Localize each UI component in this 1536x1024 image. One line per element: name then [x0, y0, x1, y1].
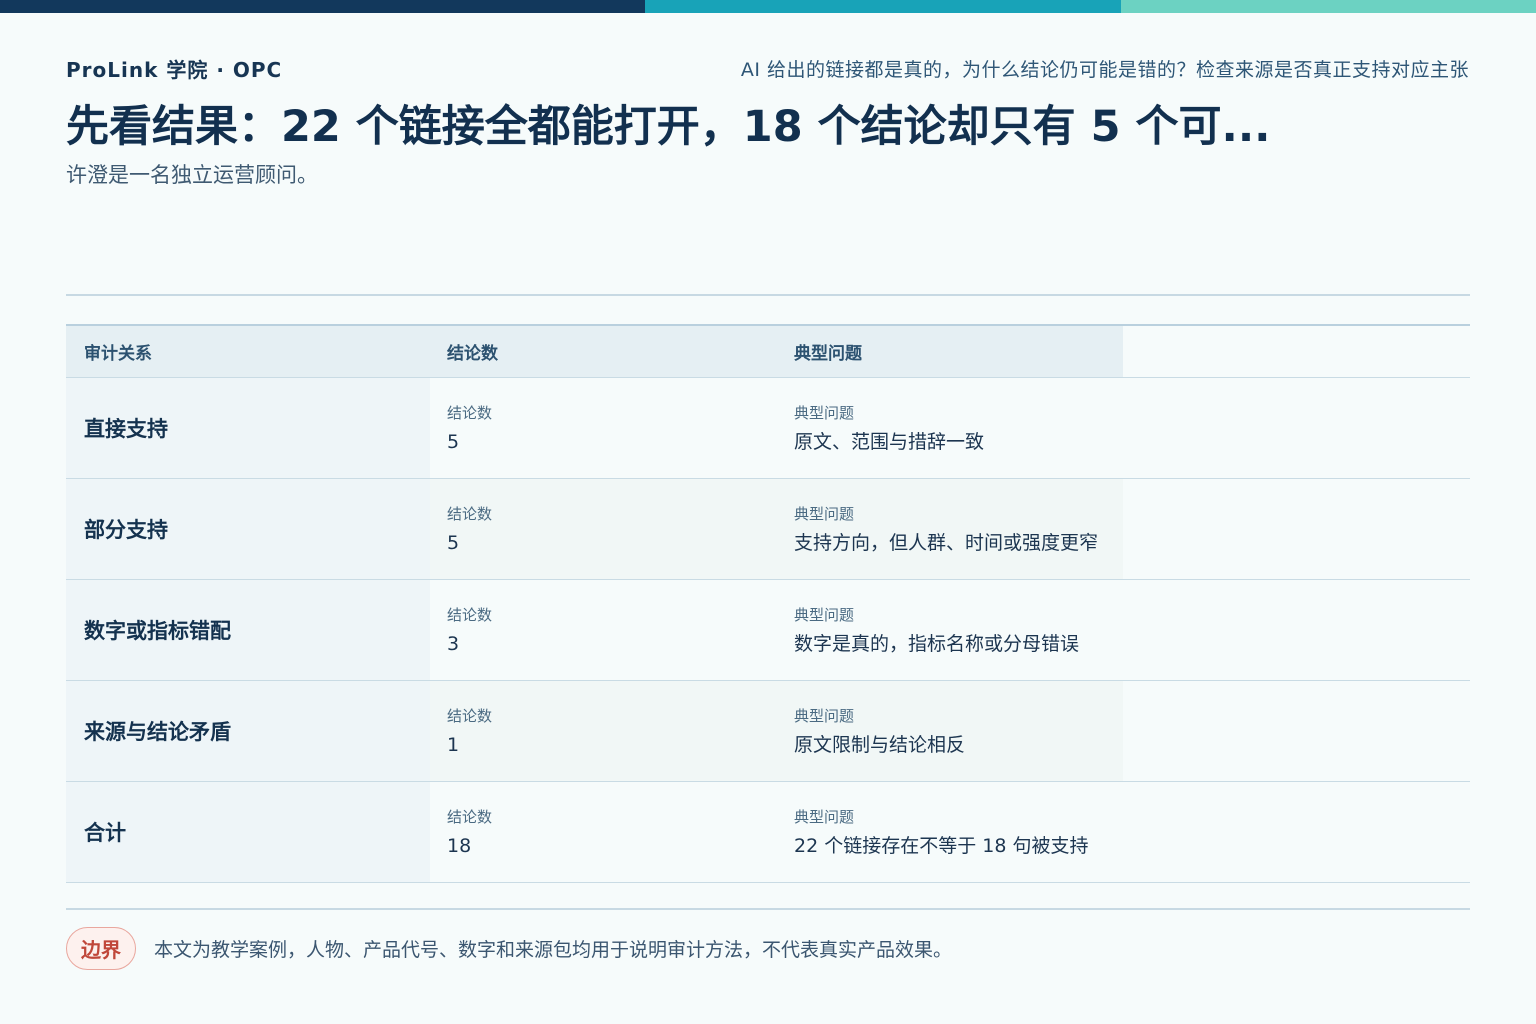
- row-issue-cell: 典型问题 数字是真的，指标名称或分母错误: [777, 580, 1123, 680]
- row-issue-cell: 典型问题 支持方向，但人群、时间或强度更窄: [777, 479, 1123, 579]
- table-header-row: 审计关系 结论数 典型问题: [66, 326, 1470, 378]
- audit-table: 审计关系 结论数 典型问题 直接支持 结论数 5 典型问题 原文、范围与措辞一致…: [66, 324, 1470, 883]
- header-cell-relation: 审计关系: [66, 326, 430, 377]
- row-issue-cell: 典型问题 22 个链接存在不等于 18 句被支持: [777, 782, 1123, 882]
- page-subtitle: 许澄是一名独立运营顾问。: [66, 163, 318, 187]
- row-relation-cell: 来源与结论矛盾: [66, 681, 430, 781]
- row-relation-cell: 直接支持: [66, 378, 430, 478]
- row-count-cell: 结论数 5: [430, 479, 777, 579]
- row-count-cell: 结论数 3: [430, 580, 777, 680]
- accent-segment-mint: [1121, 0, 1536, 13]
- brand-label: ProLink 学院 · OPC: [66, 58, 283, 82]
- row-relation-cell: 合计: [66, 782, 430, 882]
- row-count-cell: 结论数 5: [430, 378, 777, 478]
- table-row: 来源与结论矛盾 结论数 1 典型问题 原文限制与结论相反: [66, 681, 1470, 782]
- top-accent-bar: [0, 0, 1536, 13]
- row-relation-cell: 数字或指标错配: [66, 580, 430, 680]
- row-count-cell: 结论数 1: [430, 681, 777, 781]
- table-row-total: 合计 结论数 18 典型问题 22 个链接存在不等于 18 句被支持: [66, 782, 1470, 883]
- divider-top: [66, 294, 1470, 296]
- page-title: 先看结果：22 个链接全都能打开，18 个结论却只有 5 个可...: [66, 102, 1271, 152]
- header-cell-count: 结论数: [430, 326, 777, 377]
- table-row: 数字或指标错配 结论数 3 典型问题 数字是真的，指标名称或分母错误: [66, 580, 1470, 681]
- tagline: AI 给出的链接都是真的，为什么结论仍可能是错的？检查来源是否真正支持对应主张: [740, 59, 1469, 81]
- row-count-cell: 结论数 18: [430, 782, 777, 882]
- header-cell-empty: [1123, 326, 1470, 377]
- disclaimer-note: 本文为教学案例，人物、产品代号、数字和来源包均用于说明审计方法，不代表真实产品效…: [154, 939, 953, 961]
- row-issue-cell: 典型问题 原文、范围与措辞一致: [777, 378, 1123, 478]
- accent-segment-teal: [645, 0, 1121, 13]
- header-cell-issue: 典型问题: [777, 326, 1123, 377]
- accent-segment-navy: [0, 0, 645, 13]
- boundary-badge: 边界: [66, 927, 136, 970]
- table-row: 部分支持 结论数 5 典型问题 支持方向，但人群、时间或强度更窄: [66, 479, 1470, 580]
- divider-bottom: [66, 908, 1470, 910]
- table-row: 直接支持 结论数 5 典型问题 原文、范围与措辞一致: [66, 378, 1470, 479]
- row-issue-cell: 典型问题 原文限制与结论相反: [777, 681, 1123, 781]
- row-relation-cell: 部分支持: [66, 479, 430, 579]
